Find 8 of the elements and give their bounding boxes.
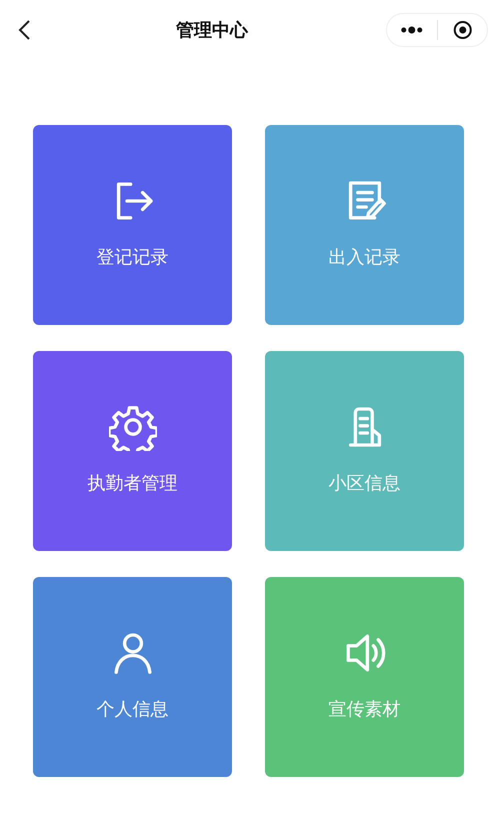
menu-tile[interactable]: 执勤者管理 bbox=[33, 351, 232, 551]
menu-tile[interactable]: 宣传素材 bbox=[265, 577, 464, 777]
menu-tile[interactable]: 个人信息 bbox=[33, 577, 232, 777]
gear-icon bbox=[108, 403, 156, 451]
menu-tile[interactable]: 登记记录 bbox=[33, 125, 232, 325]
page-title: 管理中心 bbox=[176, 19, 248, 42]
menu-tile[interactable]: 小区信息 bbox=[265, 351, 464, 551]
menu-tile[interactable]: 出入记录 bbox=[265, 125, 464, 325]
